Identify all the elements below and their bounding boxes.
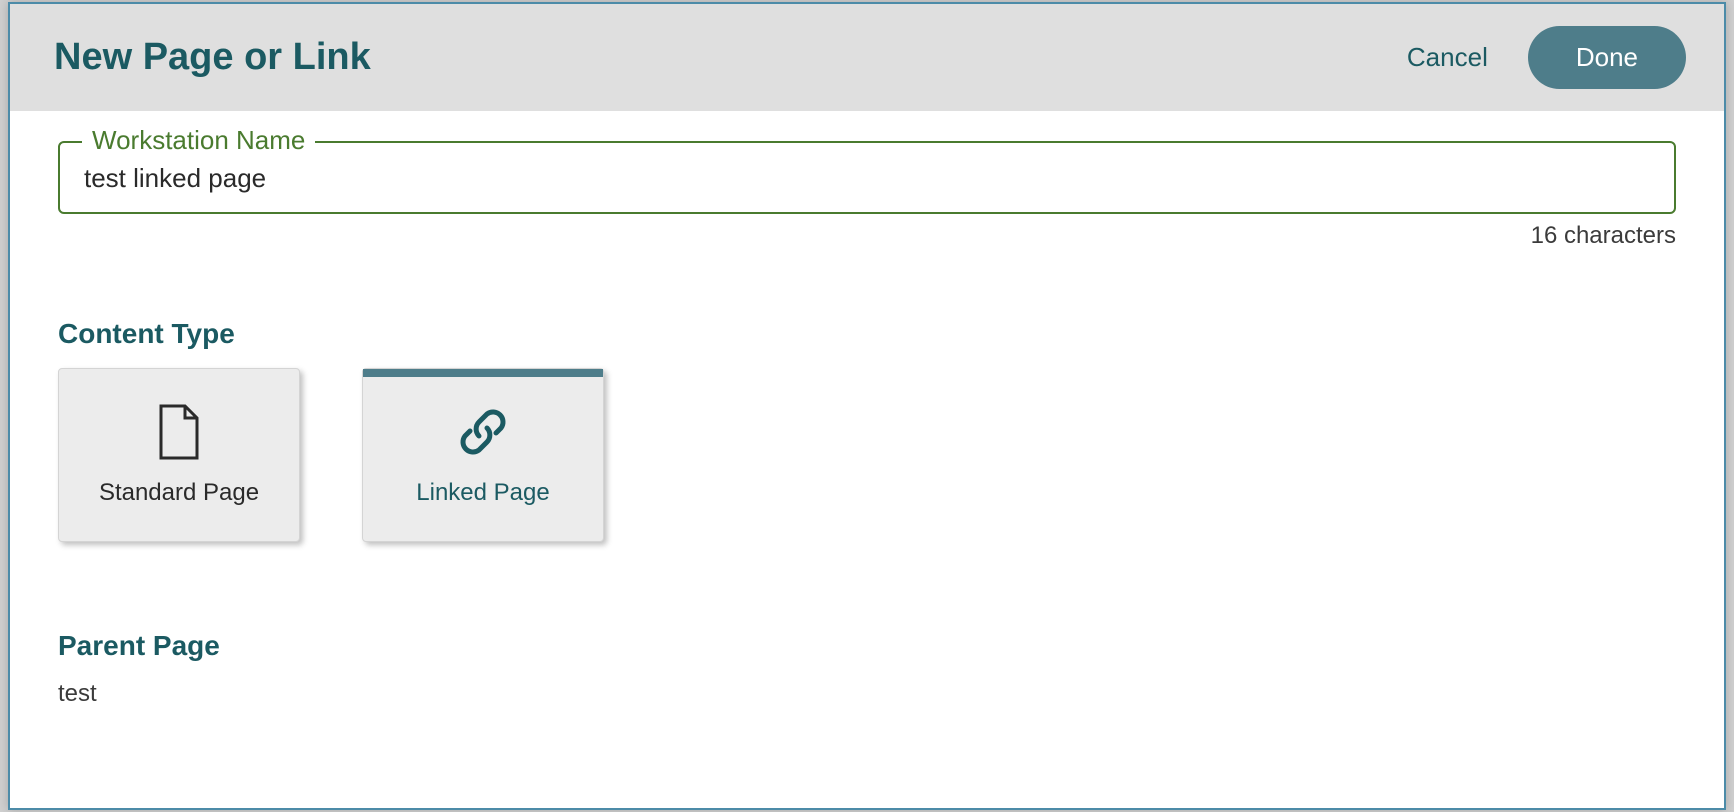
done-button[interactable]: Done xyxy=(1528,26,1686,89)
content-type-label: Linked Page xyxy=(416,479,549,507)
workstation-name-label: Workstation Name xyxy=(82,125,315,156)
character-count: 16 characters xyxy=(58,222,1676,250)
file-icon xyxy=(157,403,201,461)
new-page-dialog: New Page or Link Cancel Done Workstation… xyxy=(8,2,1726,810)
content-type-linked-page[interactable]: Linked Page xyxy=(362,368,604,542)
workstation-name-input[interactable] xyxy=(84,163,1650,194)
parent-page-value: test xyxy=(58,680,1676,708)
content-type-standard-page[interactable]: Standard Page xyxy=(58,368,300,542)
dialog-title: New Page or Link xyxy=(54,36,371,79)
cancel-button[interactable]: Cancel xyxy=(1407,42,1488,73)
parent-page-heading: Parent Page xyxy=(58,630,1676,662)
link-icon xyxy=(455,403,511,461)
content-type-label: Standard Page xyxy=(99,479,259,507)
dialog-body: Workstation Name 16 characters Content T… xyxy=(10,111,1724,748)
header-actions: Cancel Done xyxy=(1407,26,1686,89)
workstation-name-field-wrap: Workstation Name xyxy=(58,141,1676,214)
content-type-options: Standard Page Linked Page xyxy=(58,368,1676,542)
content-type-heading: Content Type xyxy=(58,318,1676,350)
dialog-header: New Page or Link Cancel Done xyxy=(10,4,1724,111)
